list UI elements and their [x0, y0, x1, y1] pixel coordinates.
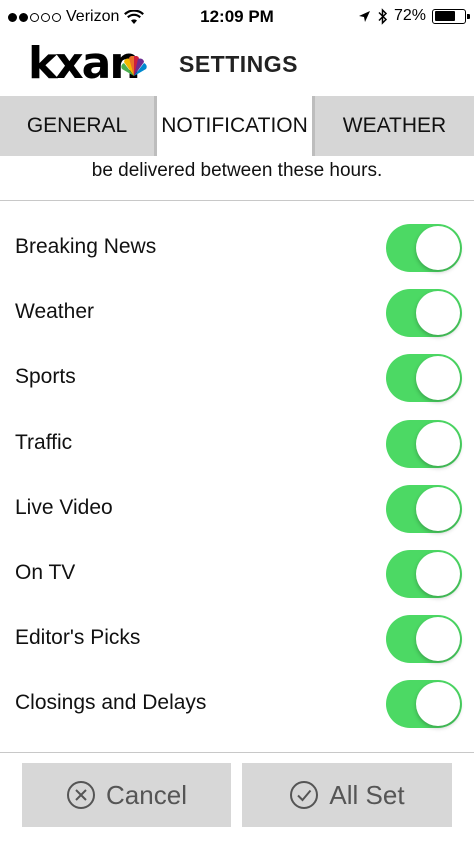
- notification-label-closings-delays: Closings and Delays: [15, 691, 207, 715]
- on-tv-toggle[interactable]: [386, 549, 462, 598]
- battery-icon: [432, 8, 470, 24]
- weather-toggle[interactable]: [386, 289, 462, 338]
- status-right: 72%: [358, 7, 470, 25]
- traffic-toggle[interactable]: [386, 419, 462, 468]
- notification-list: Breaking News Weather Sports Traffic Liv…: [0, 216, 474, 738]
- all-set-button[interactable]: All Set: [242, 763, 452, 827]
- notification-label-breaking-news: Breaking News: [15, 235, 157, 258]
- battery-percent: 72%: [393, 7, 426, 24]
- notification-label-on-tv: On TV: [15, 560, 76, 584]
- list-item: Sports: [0, 346, 474, 411]
- live-video-toggle[interactable]: [386, 484, 462, 533]
- breaking-news-toggle[interactable]: [386, 224, 462, 272]
- tab-general[interactable]: GENERAL: [0, 96, 157, 156]
- close-circle-icon: [67, 781, 96, 809]
- list-item: On TV: [0, 542, 474, 607]
- footer: Cancel All Set: [0, 753, 474, 843]
- location-arrow-icon: [358, 10, 370, 22]
- list-item: Live Video: [0, 477, 474, 542]
- list-item: Breaking News: [0, 216, 474, 281]
- cancel-button[interactable]: Cancel: [22, 763, 231, 827]
- editors-picks-toggle[interactable]: [386, 615, 462, 664]
- cancel-label: Cancel: [106, 779, 187, 810]
- tab-weather[interactable]: WEATHER: [315, 96, 474, 156]
- tab-notification[interactable]: NOTIFICATION: [157, 96, 315, 156]
- notification-label-sports: Sports: [15, 365, 76, 389]
- all-set-label: All Set: [329, 779, 405, 810]
- notification-label-editors-picks: Editor's Picks: [15, 626, 141, 650]
- sports-toggle[interactable]: [386, 354, 462, 403]
- list-item: Traffic: [0, 412, 474, 477]
- closings-delays-toggle[interactable]: [386, 680, 462, 729]
- status-bar: Verizon 12:09 PM 72%: [0, 0, 474, 34]
- tab-bar: GENERAL NOTIFICATION WEATHER: [0, 96, 474, 156]
- nbc-peacock-icon: [121, 56, 147, 76]
- list-item: Editor's Picks: [0, 607, 474, 672]
- notification-label-live-video: Live Video: [15, 495, 113, 519]
- check-circle-icon: [290, 781, 319, 809]
- divider: [0, 200, 474, 201]
- notification-label-weather: Weather: [15, 300, 94, 324]
- list-item: Weather: [0, 281, 474, 346]
- delivery-hours-note: be delivered between these hours.: [91, 160, 383, 181]
- bluetooth-icon: [378, 7, 388, 25]
- notification-label-traffic: Traffic: [15, 430, 73, 454]
- list-item: Closings and Delays: [0, 672, 474, 737]
- app-header: kxan SETTINGS: [0, 34, 474, 96]
- page-title: SETTINGS: [179, 51, 299, 77]
